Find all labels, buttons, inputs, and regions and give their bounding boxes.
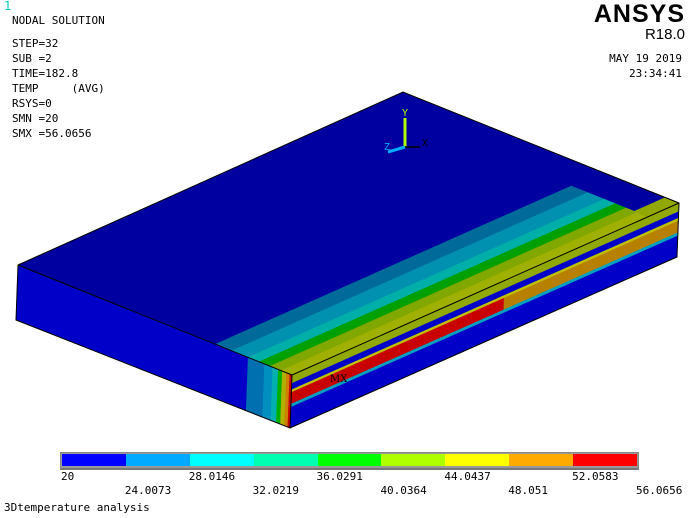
legend-label: 28.0146	[188, 470, 236, 483]
legend-swatch	[317, 454, 382, 466]
model-view[interactable]: Y X Z MX	[0, 0, 695, 445]
triad-z-label: Z	[384, 142, 390, 153]
legend-label: 32.0219	[252, 484, 300, 497]
legend-label: 36.0291	[316, 470, 363, 483]
legend-swatch	[125, 454, 190, 466]
max-marker: MX	[330, 374, 348, 385]
legend-swatch	[445, 454, 510, 466]
contour-model	[15, 91, 680, 429]
legend-swatch	[381, 454, 446, 466]
legend-swatch	[189, 454, 254, 466]
legend-swatch	[573, 454, 638, 466]
legend-swatch	[253, 454, 318, 466]
legend-label: 40.0364	[380, 484, 427, 497]
legend-label: 20	[61, 470, 75, 483]
contour-band	[245, 357, 265, 418]
legend-label: 52.0583	[572, 470, 619, 483]
legend-label: 24.0073	[124, 484, 172, 497]
legend-swatch	[509, 454, 574, 466]
legend-swatch	[62, 454, 126, 466]
triad-x-label: X	[422, 138, 428, 149]
triad-y-label: Y	[402, 108, 408, 119]
legend-label: 44.0437	[444, 470, 491, 483]
legend-label: 48.051	[508, 484, 548, 497]
legend-label: 56.0656	[636, 484, 683, 497]
contour-legend	[60, 452, 639, 470]
footer-title: 3Dtemperature analysis	[4, 501, 150, 514]
